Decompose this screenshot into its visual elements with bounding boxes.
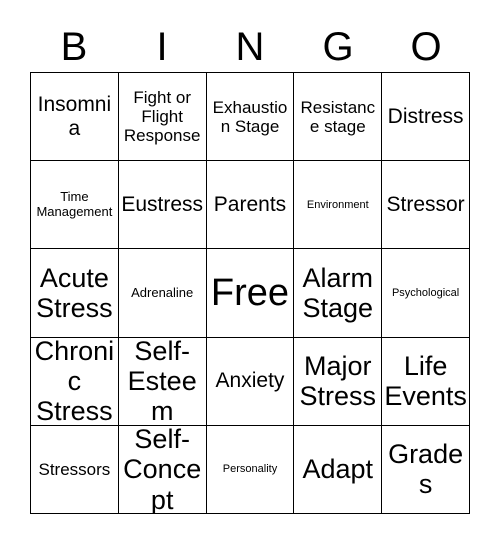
bingo-cell[interactable]: Eustress bbox=[118, 161, 207, 250]
header-letter-g: G bbox=[322, 25, 354, 69]
bingo-cell-label: Distress bbox=[387, 104, 464, 128]
bingo-cell[interactable]: Self-Concept bbox=[118, 425, 207, 515]
bingo-cell[interactable]: Life Events bbox=[382, 337, 470, 426]
bingo-cell-label: Adrenaline bbox=[131, 284, 194, 300]
header-letter-i: I bbox=[156, 25, 168, 69]
bingo-cell-label: Chronic Stress bbox=[34, 337, 115, 426]
header-letter-b: B bbox=[60, 25, 88, 69]
bingo-cell[interactable]: Adapt bbox=[294, 425, 383, 515]
bingo-cell-label: Anxiety bbox=[215, 369, 285, 393]
bingo-row: Stressors Self-Concept Personality Adapt… bbox=[31, 425, 470, 515]
bingo-cell[interactable]: Environment bbox=[294, 161, 383, 250]
bingo-cell-label: Resistance stage bbox=[300, 97, 376, 136]
bingo-cell[interactable]: Stressors bbox=[31, 425, 119, 515]
bingo-cell[interactable]: Grades bbox=[382, 425, 470, 515]
bingo-cell-label: Self-Esteem bbox=[127, 337, 197, 426]
bingo-header: B I N G O bbox=[30, 22, 470, 72]
bingo-cell-label: Life Events bbox=[384, 350, 467, 412]
bingo-cell-label: Environment bbox=[306, 198, 369, 211]
bingo-cell-label: Fight or Flight Response bbox=[123, 88, 201, 146]
bingo-cell[interactable]: Time Management bbox=[31, 161, 119, 250]
bingo-cell[interactable]: Major Stress bbox=[294, 337, 383, 426]
bingo-cell[interactable]: Adrenaline bbox=[118, 249, 207, 338]
bingo-cell-label: Stressors bbox=[38, 459, 111, 479]
bingo-cell[interactable]: Psychological bbox=[382, 249, 470, 338]
bingo-cell-label: Stressor bbox=[386, 193, 465, 217]
bingo-cell-label: Major Stress bbox=[299, 350, 377, 412]
bingo-cell[interactable]: Self-Esteem bbox=[118, 337, 207, 426]
bingo-cell[interactable]: Resistance stage bbox=[294, 73, 383, 162]
bingo-cell[interactable]: Parents bbox=[206, 161, 295, 250]
bingo-cell-label: Alarm Stage bbox=[302, 262, 374, 323]
bingo-grid: Insomnia Fight or Flight Response Exhaus… bbox=[30, 72, 470, 515]
bingo-row: Acute Stress Adrenaline Free Alarm Stage… bbox=[31, 249, 470, 338]
bingo-cell[interactable]: Exhaustion Stage bbox=[206, 73, 295, 162]
bingo-cell-label: Grades bbox=[388, 439, 464, 500]
bingo-cell[interactable]: Chronic Stress bbox=[31, 337, 119, 426]
bingo-cell-label: Time Management bbox=[36, 189, 113, 219]
bingo-cell[interactable]: Distress bbox=[382, 73, 470, 162]
bingo-row: Insomnia Fight or Flight Response Exhaus… bbox=[31, 73, 470, 162]
bingo-cell-free[interactable]: Free bbox=[206, 249, 295, 338]
header-letter-o: O bbox=[410, 25, 442, 69]
bingo-cell[interactable]: Stressor bbox=[382, 161, 470, 250]
bingo-cell-label: Exhaustion Stage bbox=[212, 97, 288, 136]
bingo-row: Time Management Eustress Parents Environ… bbox=[31, 161, 470, 250]
bingo-cell-label: Eustress bbox=[121, 193, 204, 217]
bingo-cell-label: Parents bbox=[213, 193, 287, 217]
bingo-cell-label: Psychological bbox=[391, 286, 460, 299]
bingo-cell[interactable]: Personality bbox=[206, 425, 295, 515]
bingo-cell[interactable]: Fight or Flight Response bbox=[118, 73, 207, 162]
bingo-cell-label: Self-Concept bbox=[123, 425, 202, 515]
bingo-card: B I N G O Insomnia Fight or Flight Respo… bbox=[0, 0, 500, 544]
bingo-cell-label: Acute Stress bbox=[36, 262, 113, 323]
bingo-cell[interactable]: Insomnia bbox=[31, 73, 119, 162]
bingo-cell[interactable]: Anxiety bbox=[206, 337, 295, 426]
bingo-cell[interactable]: Alarm Stage bbox=[294, 249, 383, 338]
bingo-cell-label: Free bbox=[210, 271, 290, 314]
bingo-cell[interactable]: Acute Stress bbox=[31, 249, 119, 338]
bingo-row: Chronic Stress Self-Esteem Anxiety Major… bbox=[31, 337, 470, 426]
bingo-cell-label: Personality bbox=[222, 463, 278, 476]
header-letter-n: N bbox=[235, 25, 265, 69]
bingo-cell-label: Adapt bbox=[302, 454, 374, 485]
bingo-cell-label: Insomnia bbox=[37, 93, 112, 140]
